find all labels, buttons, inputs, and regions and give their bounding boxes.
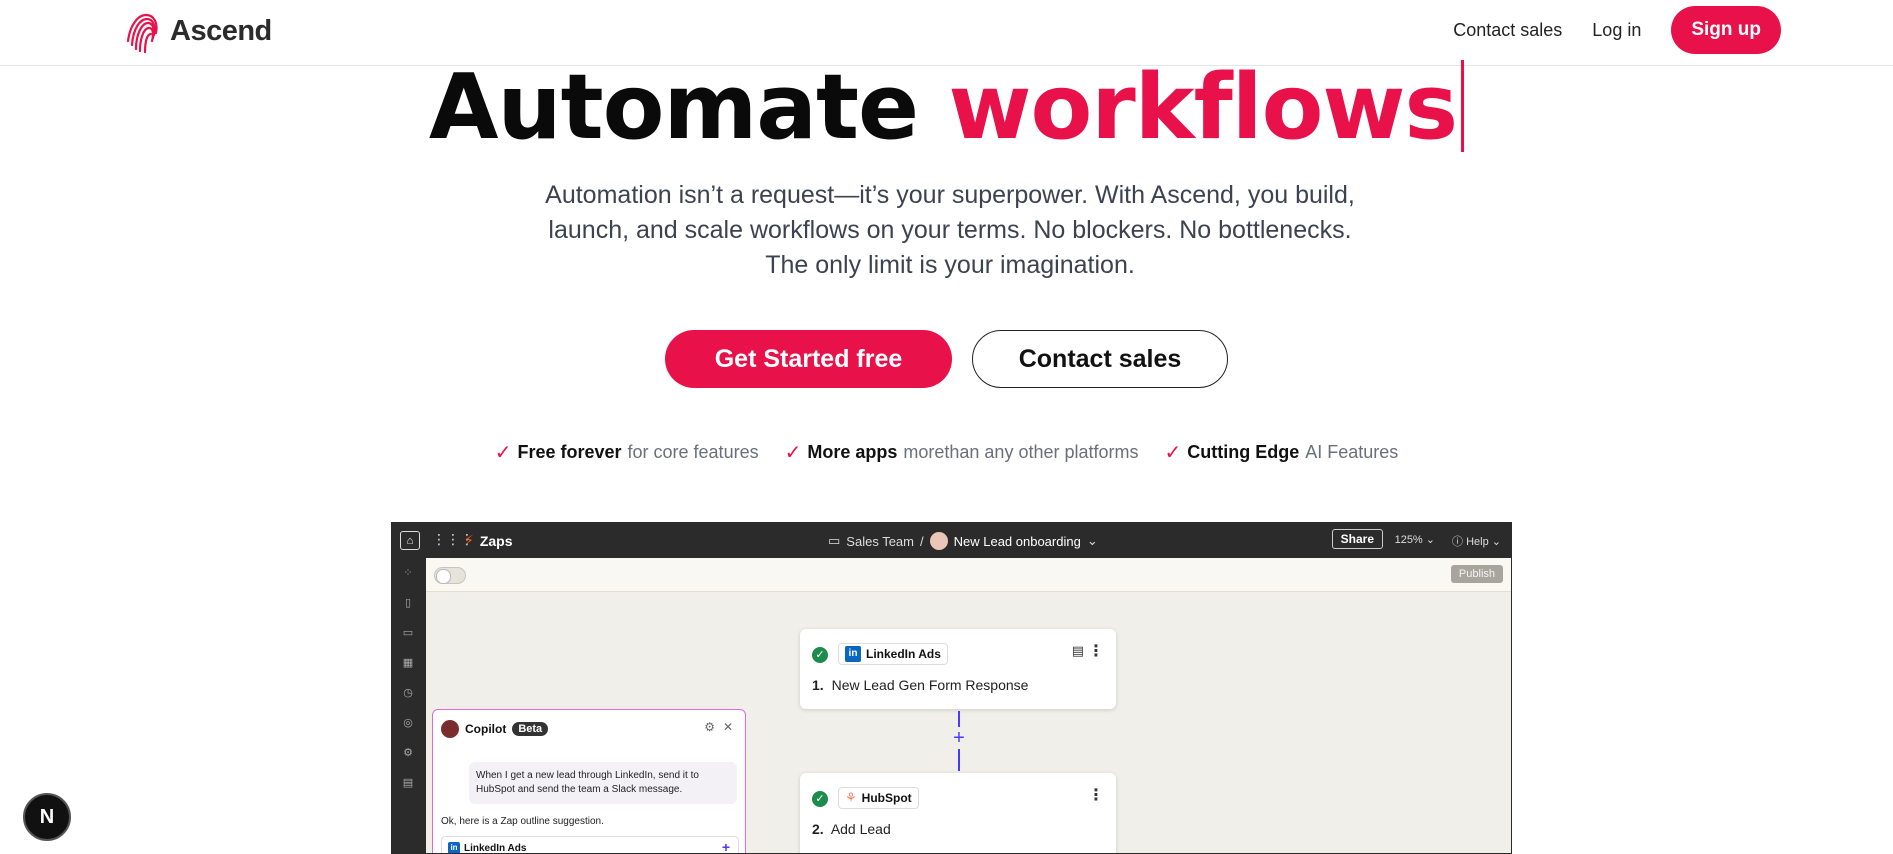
copilot-panel: Copilot Beta ⚙ ✕ When I get a new lead t…	[432, 709, 746, 854]
checkmark-icon: ✓	[1164, 442, 1182, 464]
add-step-icon[interactable]: +	[948, 727, 970, 749]
feature-rest: AI Features	[1305, 442, 1399, 462]
archive-icon[interactable]: ▤	[401, 776, 415, 790]
file-icon[interactable]: ▯	[401, 596, 415, 610]
feature-bold: Cutting Edge	[1187, 442, 1300, 462]
app-preview: ⌂ ⋮⋮⋮ ⚡ Zaps ▭ Sales Team / New Lead onb…	[391, 522, 1512, 854]
nav-actions: Contact sales Log in Sign up	[1453, 6, 1781, 54]
step-title: 2. Add Lead	[812, 821, 891, 837]
brand-logo[interactable]: Ascend	[120, 6, 272, 56]
nextjs-dev-badge[interactable]: N	[23, 793, 71, 841]
help-menu[interactable]: ⓘ Help ⌄	[1452, 533, 1501, 549]
feature-item: ✓ Cutting Edge AI Features	[1165, 440, 1399, 465]
app-chip: ⚘ HubSpot	[838, 787, 919, 809]
settings-icon[interactable]: ⚙	[401, 746, 415, 760]
app-chip-label: HubSpot	[861, 791, 912, 805]
suggestion-label: LinkedIn Ads	[464, 842, 527, 854]
signup-button[interactable]: Sign up	[1671, 6, 1781, 54]
bolt-icon: ⚡	[464, 532, 474, 548]
avatar	[929, 532, 948, 550]
hero-title-word-2: workflows	[948, 55, 1458, 160]
hero-title-word-1: Automate	[428, 55, 919, 160]
brand-name: Ascend	[170, 14, 272, 47]
typing-caret	[1461, 60, 1465, 152]
beta-badge: Beta	[512, 722, 549, 736]
feature-rest: morethan any other platforms	[903, 442, 1139, 462]
zoom-level: 125%	[1394, 534, 1423, 546]
nav-contact-sales-link[interactable]: Contact sales	[1453, 20, 1562, 41]
apps-icon[interactable]: ⁘	[401, 566, 415, 580]
editor-toolbar: Publish	[426, 558, 1511, 592]
step-number: 1.	[812, 677, 824, 693]
help-label: Help	[1466, 536, 1489, 548]
plus-icon[interactable]: +	[722, 839, 730, 853]
ascend-logo-icon	[126, 13, 158, 54]
check-circle-icon: ✓	[812, 647, 828, 663]
hero-cta-row: Get Started free Contact sales	[0, 330, 1893, 388]
home-icon[interactable]: ⌂	[400, 531, 420, 550]
step-number: 2.	[812, 821, 824, 837]
linkedin-icon: in	[448, 842, 460, 853]
breadcrumb: ▭ Sales Team / New Lead onboarding ⌄	[828, 532, 1098, 550]
comment-icon[interactable]: ▭	[401, 626, 415, 640]
feature-rest: for core features	[627, 442, 759, 462]
zaps-label[interactable]: ⚡ Zaps	[464, 532, 513, 549]
step-title-text: Add Lead	[830, 821, 891, 837]
hero-title: Automate workflows	[0, 58, 1893, 158]
hubspot-icon: ⚘	[845, 790, 857, 805]
feature-item: ✓ More apps morethan any other platforms	[785, 440, 1139, 465]
suggestion-chip[interactable]: in LinkedIn Ads +	[441, 836, 739, 854]
app-chip-label: LinkedIn Ads	[866, 647, 941, 661]
hero-subtitle: Automation isn’t a request—it’s your sup…	[545, 181, 1355, 279]
checkmark-icon: ✓	[494, 442, 512, 464]
checkmark-icon: ✓	[784, 442, 802, 464]
contact-sales-button[interactable]: Contact sales	[972, 330, 1228, 388]
linkedin-icon: in	[845, 646, 861, 662]
zap-step-card[interactable]: ✓ ⚘ HubSpot ⋮ 2. Add Lead	[800, 773, 1116, 853]
copilot-title: Copilot	[465, 722, 507, 736]
app-topbar: ⌂ ⋮⋮⋮ ⚡ Zaps ▭ Sales Team / New Lead onb…	[392, 523, 1511, 558]
gear-icon[interactable]: ⚙	[704, 720, 715, 734]
step-title-text: New Lead Gen Form Response	[831, 677, 1029, 693]
copilot-avatar	[441, 720, 459, 738]
user-message: When I get a new lead through LinkedIn, …	[469, 762, 737, 804]
chevron-down-icon[interactable]: ⌄	[1087, 533, 1098, 549]
zap-step-card[interactable]: ✓ in LinkedIn Ads ▤ ⋮ 1. New Lead Gen Fo…	[800, 629, 1116, 709]
step-title: 1. New Lead Gen Form Response	[812, 677, 1028, 693]
get-started-button[interactable]: Get Started free	[665, 330, 952, 388]
share-button[interactable]: Share	[1331, 529, 1383, 549]
feature-bold: More apps	[807, 442, 898, 462]
publish-button[interactable]: Publish	[1450, 565, 1503, 583]
nav-login-link[interactable]: Log in	[1592, 20, 1641, 41]
close-icon[interactable]: ✕	[723, 720, 733, 734]
zap-toggle[interactable]	[434, 567, 466, 584]
copilot-reply: Ok, here is a Zap outline suggestion.	[441, 816, 604, 827]
zoom-select[interactable]: 125% ⌄	[1395, 533, 1435, 546]
calendar-icon[interactable]: ▦	[401, 656, 415, 670]
more-options-icon[interactable]: ⋮	[1088, 785, 1104, 805]
feature-bold: Free forever	[517, 442, 622, 462]
feature-item: ✓ Free forever for core features	[495, 440, 759, 465]
history-icon[interactable]: ◷	[401, 686, 415, 700]
activity-icon[interactable]: ◎	[401, 716, 415, 730]
folder-icon: ▭	[828, 533, 841, 548]
breadcrumb-folder[interactable]: Sales Team	[846, 534, 914, 549]
zaps-text: Zaps	[479, 532, 513, 549]
feature-list: ✓ Free forever for core features ✓ More …	[0, 440, 1893, 465]
breadcrumb-separator: /	[919, 533, 924, 549]
copilot-header: Copilot Beta	[441, 720, 549, 738]
more-options-icon[interactable]: ⋮	[1088, 641, 1104, 661]
comment-icon[interactable]: ▤	[1072, 643, 1084, 659]
breadcrumb-current[interactable]: New Lead onboarding	[954, 534, 1081, 549]
check-circle-icon: ✓	[812, 791, 828, 807]
app-chip: in LinkedIn Ads	[838, 643, 948, 665]
app-sidebar: ⁘ ▯ ▭ ▦ ◷ ◎ ⚙ ▤	[392, 558, 426, 853]
